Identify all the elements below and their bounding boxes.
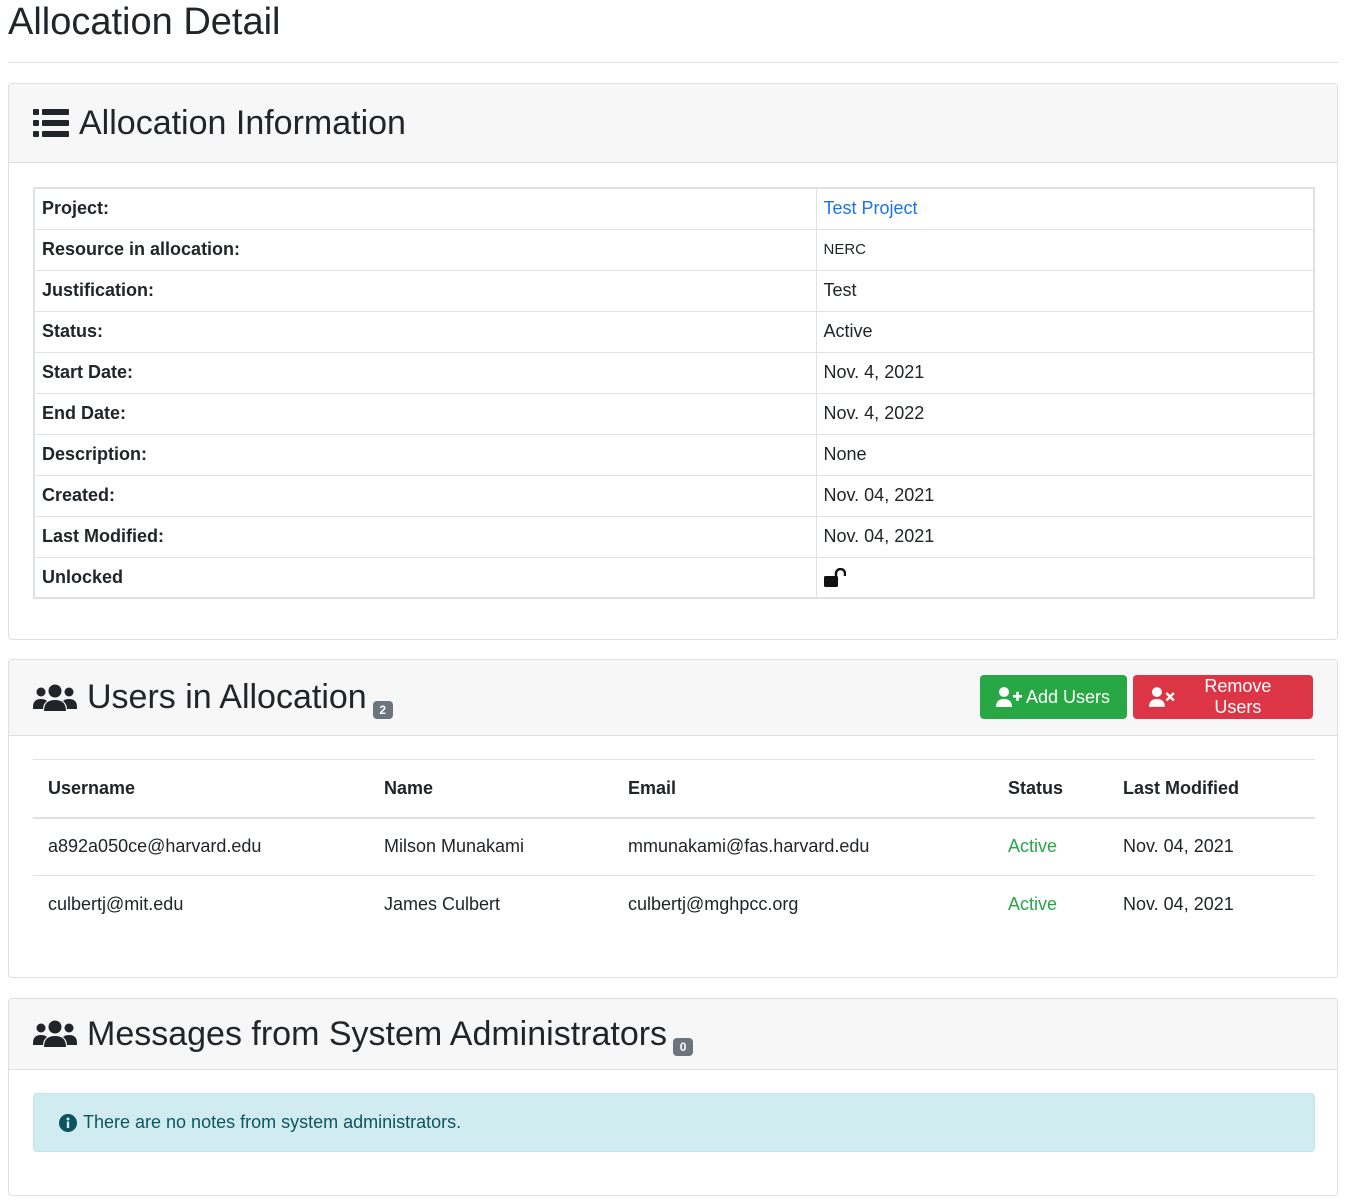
- cell-email: culbertj@mghpcc.org: [628, 894, 799, 915]
- users-header: Users in Allocation 2 Add Users Remove U…: [9, 660, 1337, 736]
- table-row: culbertj@mit.edu James Culbert culbertj@…: [33, 876, 1315, 934]
- info-label: Description:: [33, 433, 817, 476]
- info-row-end-date: End Date: Nov. 4, 2022: [33, 392, 1315, 435]
- messages-title: Messages from System Administrators 0: [33, 1014, 694, 1056]
- info-value: Nov. 04, 2021: [815, 515, 1315, 558]
- users-count-badge: 2: [372, 701, 393, 719]
- info-value: Test Project: [815, 187, 1315, 230]
- allocation-info-card: Allocation Information Project: Test Pro…: [8, 83, 1338, 640]
- no-notes-text: There are no notes from system administr…: [83, 1112, 462, 1132]
- info-value: Test: [815, 269, 1315, 312]
- title-divider: [8, 62, 1338, 63]
- page-title: Allocation Detail: [8, 1, 281, 43]
- allocation-info-title: Allocation Information: [33, 104, 406, 143]
- cell-name: Milson Munakami: [369, 817, 613, 876]
- users-icon: [33, 683, 77, 713]
- info-label: Project:: [33, 187, 817, 230]
- info-label: Start Date:: [33, 351, 817, 394]
- users-title-text: Users in Allocation: [87, 678, 367, 716]
- column-header-email: Email: [613, 759, 993, 819]
- cell-username: a892a050ce@harvard.edu: [33, 817, 369, 876]
- info-label: Created:: [33, 474, 817, 517]
- messages-count-badge: 0: [673, 1037, 694, 1056]
- info-row-description: Description: None: [33, 433, 1315, 476]
- list-icon: [33, 108, 69, 138]
- users-table-header: Username Name Email Status Last Modified: [33, 759, 1315, 819]
- remove-users-button[interactable]: Remove Users: [1133, 675, 1313, 719]
- user-times-icon: [1149, 687, 1175, 707]
- info-value: [815, 556, 1315, 599]
- messages-card: Messages from System Administrators 0 Th…: [8, 998, 1338, 1196]
- allocation-info-title-text: Allocation Information: [79, 103, 406, 142]
- users-card: Users in Allocation 2 Add Users Remove U…: [8, 659, 1338, 978]
- info-value: Nov. 4, 2022: [815, 392, 1315, 435]
- info-row-justification: Justification: Test: [33, 269, 1315, 312]
- info-row-created: Created: Nov. 04, 2021: [33, 474, 1315, 517]
- info-circle-icon: [59, 1113, 77, 1132]
- messages-header: Messages from System Administrators 0: [9, 999, 1337, 1070]
- info-value: Nov. 4, 2021: [815, 351, 1315, 394]
- info-value: NERC: [815, 228, 1315, 271]
- info-label: Justification:: [33, 269, 817, 312]
- info-row-project: Project: Test Project: [33, 187, 1315, 230]
- cell-username: culbertj@mit.edu: [48, 894, 184, 915]
- user-plus-icon: [996, 687, 1022, 707]
- no-notes-alert: There are no notes from system administr…: [33, 1093, 1315, 1152]
- cell-email: mmunakami@fas.harvard.edu: [613, 817, 993, 876]
- info-label: Last Modified:: [33, 515, 817, 558]
- users-icon: [33, 1019, 77, 1049]
- info-value: Nov. 04, 2021: [815, 474, 1315, 517]
- allocation-info-table: Project: Test Project Resource in alloca…: [33, 187, 1315, 599]
- column-header-name: Name: [369, 759, 613, 819]
- cell-status: Active: [1008, 894, 1058, 915]
- cell-status: Active: [993, 817, 1108, 876]
- column-header-status: Status: [993, 759, 1108, 819]
- remove-users-label: Remove Users: [1204, 676, 1272, 717]
- allocation-info-header: Allocation Information: [9, 84, 1337, 163]
- info-row-last-modified: Last Modified: Nov. 04, 2021: [33, 515, 1315, 558]
- info-row-unlocked: Unlocked: [33, 556, 1315, 599]
- users-table: Username Name Email Status Last Modified…: [33, 759, 1315, 934]
- cell-name: James Culbert: [384, 894, 501, 915]
- info-value: None: [815, 433, 1315, 476]
- table-row: a892a050ce@harvard.edu Milson Munakami m…: [33, 817, 1315, 876]
- add-users-label: Add Users: [1026, 686, 1111, 707]
- users-title: Users in Allocation 2: [33, 678, 393, 719]
- users-actions: Add Users Remove Users: [980, 675, 1313, 719]
- info-label: Resource in allocation:: [33, 228, 817, 271]
- info-value: Active: [815, 310, 1315, 353]
- info-row-status: Status: Active: [33, 310, 1315, 353]
- info-label: End Date:: [33, 392, 817, 435]
- column-header-username: Username: [33, 759, 369, 819]
- column-header-last-modified: Last Modified: [1108, 759, 1315, 819]
- unlock-icon: [823, 567, 846, 588]
- info-label: Unlocked: [33, 556, 817, 599]
- cell-last-modified: Nov. 04, 2021: [1123, 894, 1234, 915]
- cell-last-modified: Nov. 04, 2021: [1108, 817, 1315, 876]
- info-row-resource: Resource in allocation: NERC: [33, 228, 1315, 271]
- info-row-start-date: Start Date: Nov. 4, 2021: [33, 351, 1315, 394]
- info-label: Status:: [33, 310, 817, 353]
- project-link[interactable]: Test Project: [824, 198, 918, 218]
- add-users-button[interactable]: Add Users: [980, 675, 1127, 719]
- messages-title-text: Messages from System Administrators: [87, 1014, 668, 1053]
